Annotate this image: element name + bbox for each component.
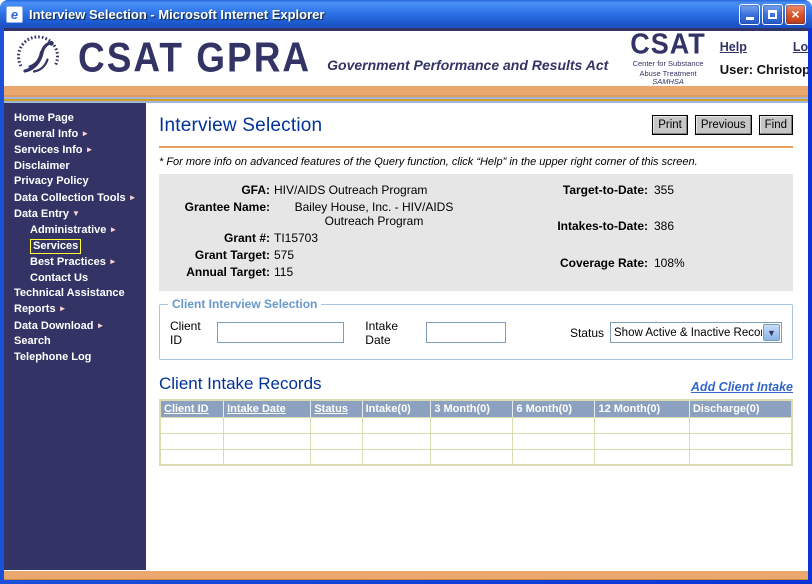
app-header: CSAT GPRA Government Performance and Res…	[4, 28, 808, 86]
target-to-date-label: Target-to-Date:	[530, 183, 648, 197]
submenu-arrow-icon: ►	[109, 225, 117, 234]
grant-number-value: TI15703	[274, 231, 474, 245]
sidebar-item-telephone-log[interactable]: Telephone Log	[14, 350, 146, 365]
brand: CSAT GPRA Government Performance and Res…	[78, 37, 608, 79]
submenu-arrow-icon: ►	[85, 145, 93, 154]
client-id-label: Client ID	[170, 319, 211, 347]
grantee-name-label: Grantee Name:	[167, 200, 270, 214]
table-row	[160, 433, 792, 449]
col-status[interactable]: Status	[311, 400, 362, 418]
intake-date-input[interactable]	[426, 322, 506, 343]
submenu-arrow-icon: ►	[129, 193, 137, 202]
logout-link[interactable]: Logout	[793, 40, 808, 54]
sidebar-item-home-page[interactable]: Home Page	[14, 110, 146, 126]
maximize-button[interactable]	[762, 4, 783, 25]
header-divider-band	[4, 86, 808, 101]
grant-target-label: Grant Target:	[167, 248, 270, 262]
sidebar-item-technical-assistance[interactable]: Technical Assistance	[14, 286, 146, 301]
page-title: Interview Selection	[159, 115, 322, 137]
logged-in-user: User: Christopher Shumway	[720, 62, 808, 77]
submenu-arrow-icon: ►	[96, 321, 104, 330]
fieldset-legend: Client Interview Selection	[168, 297, 321, 311]
sidebar-nav: Home Page General Info► Services Info► D…	[4, 103, 146, 571]
main-content: Interview Selection Print Previous Find …	[146, 103, 808, 571]
toolbar: Print Previous Find	[652, 115, 793, 135]
sidebar-item-contact-us[interactable]: Contact Us	[14, 271, 146, 286]
submenu-arrow-icon: ▼	[72, 209, 80, 218]
sidebar-item-services-info[interactable]: Services Info►	[14, 142, 146, 158]
intakes-to-date-label: Intakes-to-Date:	[530, 219, 648, 233]
intakes-to-date-value: 386	[654, 219, 698, 233]
annual-target-value: 115	[274, 265, 474, 279]
client-intake-records-heading: Client Intake Records	[159, 374, 322, 394]
minimize-button[interactable]	[739, 4, 760, 25]
col-discharge-count: Discharge(0)	[689, 400, 792, 418]
close-button[interactable]: ×	[785, 4, 806, 25]
grant-number-label: Grant #:	[167, 231, 270, 245]
previous-button[interactable]: Previous	[695, 115, 752, 135]
print-button[interactable]: Print	[652, 115, 688, 135]
grantee-name-value: Bailey House, Inc. - HIV/AIDS Outreach P…	[274, 200, 474, 228]
coverage-rate-value: 108%	[654, 256, 698, 270]
browser-window: e Interview Selection - Microsoft Intern…	[0, 0, 812, 584]
selected-item-highlight[interactable]: Services	[30, 239, 81, 254]
status-dropdown[interactable]: Show Active & Inactive Records ▼	[610, 322, 782, 343]
status-selected-value: Show Active & Inactive Records	[611, 327, 762, 339]
gfa-label: GFA:	[167, 183, 270, 197]
annual-target-label: Annual Target:	[167, 265, 270, 279]
add-client-intake-link[interactable]: Add Client Intake	[691, 380, 793, 394]
grant-summary-box: GFA: HIV/AIDS Outreach Program Grantee N…	[159, 174, 793, 291]
sidebar-item-data-entry[interactable]: Data Entry▼	[14, 206, 146, 222]
table-row	[160, 449, 792, 465]
sidebar-item-data-collection-tools[interactable]: Data Collection Tools►	[14, 190, 146, 206]
col-intake-date[interactable]: Intake Date	[224, 400, 311, 418]
internet-explorer-icon: e	[6, 6, 23, 23]
gfa-value: HIV/AIDS Outreach Program	[274, 183, 474, 197]
table-row	[160, 417, 792, 433]
window-title: Interview Selection - Microsoft Internet…	[29, 7, 739, 22]
sidebar-item-disclaimer[interactable]: Disclaimer	[14, 159, 146, 174]
table-header-row: Client ID Intake Date Status Intake(0) 3…	[160, 400, 792, 418]
find-button[interactable]: Find	[759, 115, 793, 135]
sidebar-item-general-info[interactable]: General Info►	[14, 126, 146, 142]
title-divider	[159, 146, 793, 148]
sidebar-item-services[interactable]: Services	[14, 239, 146, 254]
sidebar-item-privacy-policy[interactable]: Privacy Policy	[14, 174, 146, 189]
client-interview-selection-fieldset: Client Interview Selection Client ID Int…	[159, 304, 793, 360]
footer-band	[4, 570, 808, 580]
submenu-arrow-icon: ►	[59, 304, 67, 313]
intake-date-label: Intake Date	[365, 319, 420, 347]
submenu-arrow-icon: ►	[81, 129, 89, 138]
help-note: * For more info on advanced features of …	[159, 156, 793, 168]
col-intake-count: Intake(0)	[362, 400, 431, 418]
page: CSAT GPRA Government Performance and Res…	[4, 28, 808, 580]
client-id-input[interactable]	[217, 322, 344, 343]
sidebar-item-search[interactable]: Search	[14, 334, 146, 349]
submenu-arrow-icon: ►	[109, 257, 117, 266]
sidebar-item-reports[interactable]: Reports►	[14, 301, 146, 317]
sidebar-item-data-download[interactable]: Data Download►	[14, 318, 146, 334]
col-3-month-count: 3 Month(0)	[431, 400, 513, 418]
coverage-rate-label: Coverage Rate:	[530, 256, 648, 270]
target-to-date-value: 355	[654, 183, 698, 197]
hhs-eagle-logo	[12, 32, 64, 84]
title-bar[interactable]: e Interview Selection - Microsoft Intern…	[0, 0, 812, 28]
csat-logo: CSAT Center for Substance Abuse Treatmen…	[630, 31, 706, 86]
col-12-month-count: 12 Month(0)	[595, 400, 689, 418]
brand-title: CSAT GPRA	[78, 35, 311, 82]
grant-target-value: 575	[274, 248, 474, 262]
help-link[interactable]: Help	[720, 40, 747, 54]
col-6-month-count: 6 Month(0)	[513, 400, 595, 418]
window-frame: CSAT GPRA Government Performance and Res…	[0, 28, 812, 584]
chevron-down-icon[interactable]: ▼	[763, 324, 780, 341]
status-label: Status	[570, 326, 604, 340]
sidebar-item-administrative[interactable]: Administrative►	[14, 222, 146, 238]
sidebar-item-best-practices[interactable]: Best Practices►	[14, 254, 146, 270]
brand-tagline: Government Performance and Results Act	[327, 57, 608, 73]
header-right: Help Logout User: Christopher Shumway	[720, 40, 808, 77]
col-client-id[interactable]: Client ID	[160, 400, 224, 418]
client-intake-records-table: Client ID Intake Date Status Intake(0) 3…	[159, 399, 793, 467]
